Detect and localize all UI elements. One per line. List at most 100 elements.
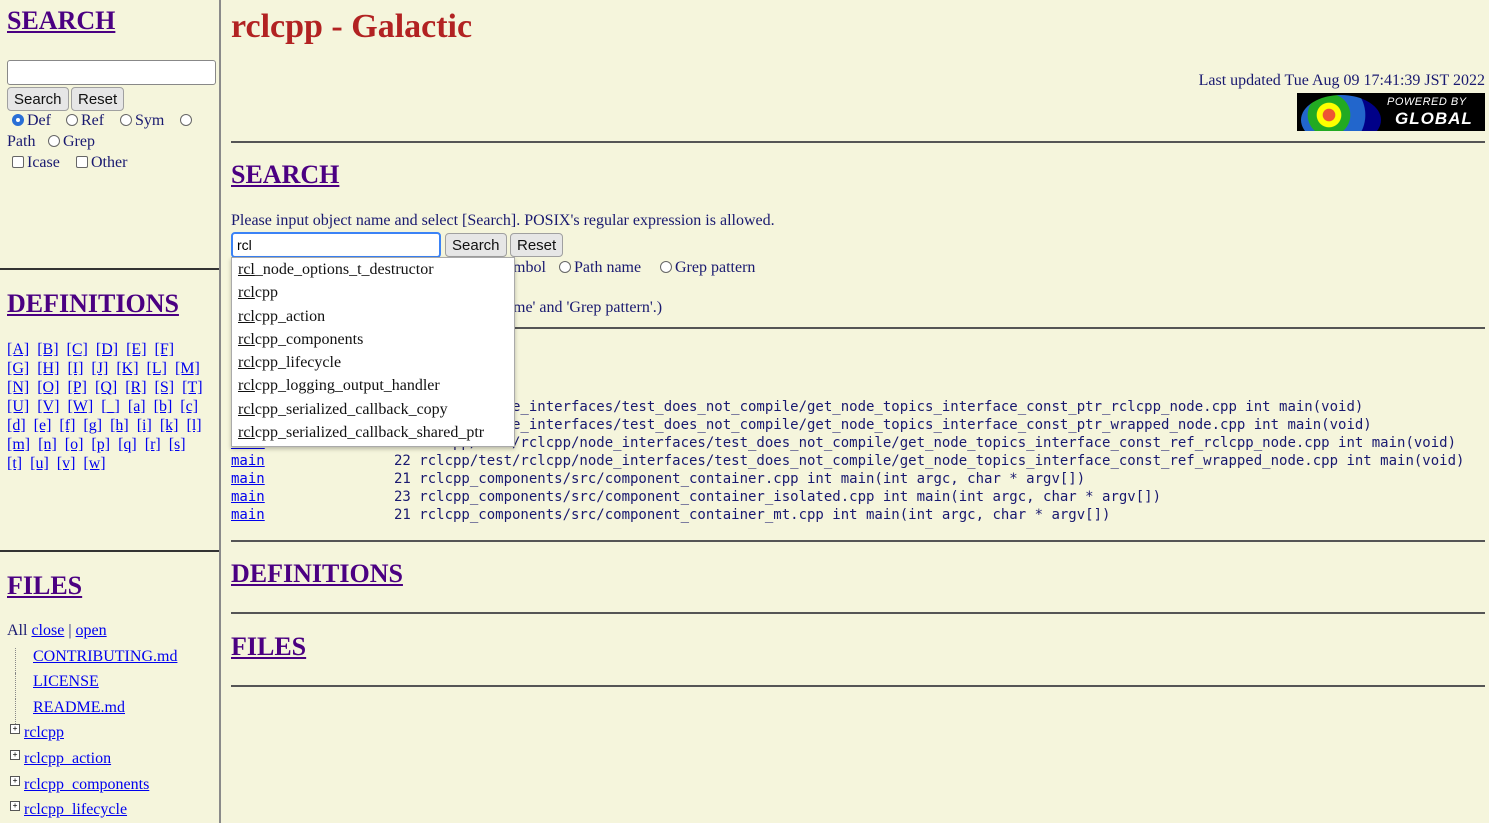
close-all-link[interactable]: close bbox=[31, 622, 64, 639]
search-title-link[interactable]: SEARCH bbox=[231, 160, 339, 189]
definitions-title-link[interactable]: DEFINITIONS bbox=[231, 559, 403, 588]
definitions-letter-link[interactable]: [l] bbox=[186, 417, 201, 434]
autocomplete-option[interactable]: rclcpp_action bbox=[232, 305, 514, 328]
definitions-letter-link[interactable]: [f] bbox=[59, 417, 75, 434]
result-symbol-link[interactable]: main bbox=[231, 452, 265, 470]
autocomplete-option[interactable]: rclcpp_logging_output_handler bbox=[232, 374, 514, 397]
definitions-letter-link[interactable]: [D] bbox=[96, 341, 118, 358]
directory-link[interactable]: rclcpp bbox=[24, 724, 64, 741]
definitions-letter-link[interactable]: [M] bbox=[175, 360, 200, 377]
global-logo[interactable]: POWERED BY GLOBAL bbox=[1297, 93, 1485, 131]
definitions-letter-link[interactable]: [J] bbox=[91, 360, 108, 377]
autocomplete-option[interactable]: rclcpp bbox=[232, 281, 514, 304]
radio-path[interactable] bbox=[180, 112, 195, 130]
left-files-title-link[interactable]: FILES bbox=[7, 571, 82, 600]
radio-ref-indicator[interactable] bbox=[66, 114, 78, 126]
definitions-letter-link[interactable]: [C] bbox=[67, 341, 88, 358]
definitions-letter-link[interactable]: [K] bbox=[116, 360, 138, 377]
definitions-letter-link[interactable]: [O] bbox=[37, 379, 59, 396]
checkbox-other[interactable]: Other bbox=[76, 154, 127, 172]
definitions-letter-link[interactable]: [w] bbox=[83, 455, 105, 472]
definitions-letter-link[interactable]: [V] bbox=[37, 398, 59, 415]
definitions-letter-link[interactable]: [h] bbox=[110, 417, 129, 434]
result-symbol-link[interactable]: main bbox=[231, 506, 265, 524]
definitions-letter-link[interactable]: [L] bbox=[147, 360, 167, 377]
definitions-letter-link[interactable]: [U] bbox=[7, 398, 29, 415]
definitions-letter-link[interactable]: [F] bbox=[155, 341, 175, 358]
main-search-button[interactable]: Search bbox=[445, 233, 507, 257]
main-reset-button[interactable]: Reset bbox=[510, 233, 564, 257]
definitions-letter-link[interactable]: [e] bbox=[34, 417, 52, 434]
definitions-letter-link[interactable]: [q] bbox=[118, 436, 137, 453]
radio-ref[interactable]: Ref bbox=[66, 112, 104, 130]
definitions-letter-link[interactable]: [r] bbox=[145, 436, 161, 453]
radio-grep-indicator[interactable] bbox=[48, 135, 60, 147]
autocomplete-option[interactable]: rclcpp_components bbox=[232, 328, 514, 351]
definitions-letter-link[interactable]: [n] bbox=[38, 436, 57, 453]
definitions-letter-link[interactable]: [b] bbox=[154, 398, 173, 415]
expand-plus-icon[interactable]: + bbox=[10, 801, 20, 812]
definitions-letter-link[interactable]: [d] bbox=[7, 417, 26, 434]
definitions-letter-link[interactable]: [k] bbox=[160, 417, 179, 434]
definitions-letter-link[interactable]: [c] bbox=[180, 398, 198, 415]
files-title-link[interactable]: FILES bbox=[231, 632, 306, 661]
definitions-letter-link[interactable]: [s] bbox=[169, 436, 186, 453]
radio-path-indicator[interactable] bbox=[180, 114, 192, 126]
left-search-input[interactable] bbox=[7, 60, 216, 85]
definitions-letter-link[interactable]: [E] bbox=[126, 341, 146, 358]
file-link[interactable]: CONTRIBUTING.md bbox=[33, 648, 177, 665]
radio-sym-indicator[interactable] bbox=[120, 114, 132, 126]
radio-sym[interactable]: Sym bbox=[120, 112, 164, 130]
autocomplete-option[interactable]: rclcpp_serialized_callback_shared_ptr bbox=[232, 421, 514, 444]
expand-plus-icon[interactable]: + bbox=[10, 749, 20, 760]
definitions-letter-link[interactable]: [p] bbox=[91, 436, 110, 453]
definitions-letter-link[interactable]: [Q] bbox=[95, 379, 117, 396]
radio-def[interactable]: Def bbox=[12, 112, 51, 130]
result-symbol-link[interactable]: main bbox=[231, 488, 265, 506]
definitions-letter-link[interactable]: [B] bbox=[37, 341, 58, 358]
directory-link[interactable]: rclcpp_lifecycle bbox=[24, 801, 127, 818]
definitions-letter-link[interactable]: [u] bbox=[30, 455, 49, 472]
definitions-letter-link[interactable]: [I] bbox=[67, 360, 83, 377]
checkbox-icase[interactable]: Icase bbox=[12, 154, 60, 172]
directory-link[interactable]: rclcpp_components bbox=[24, 776, 149, 793]
radio-def-indicator[interactable] bbox=[12, 114, 24, 126]
definitions-letter-link[interactable]: [S] bbox=[155, 379, 175, 396]
autocomplete-option[interactable]: rclcpp_serialized_callback_copy bbox=[232, 398, 514, 421]
main-search-input[interactable] bbox=[231, 232, 441, 258]
radio-path-name[interactable]: Path name bbox=[559, 259, 641, 277]
radio-grep-pattern[interactable]: Grep pattern bbox=[660, 259, 755, 277]
open-all-link[interactable]: open bbox=[76, 622, 107, 639]
left-search-button[interactable]: Search bbox=[7, 87, 69, 111]
autocomplete-option[interactable]: rclcpp_lifecycle bbox=[232, 351, 514, 374]
definitions-letter-link[interactable]: [_] bbox=[101, 398, 120, 415]
definitions-letter-link[interactable]: [W] bbox=[67, 398, 93, 415]
definitions-letter-link[interactable]: [R] bbox=[125, 379, 146, 396]
definitions-letter-link[interactable]: [a] bbox=[128, 398, 146, 415]
definitions-letter-link[interactable]: [o] bbox=[65, 436, 84, 453]
checkbox-icase-box[interactable] bbox=[12, 156, 24, 168]
file-link[interactable]: LICENSE bbox=[33, 673, 99, 690]
definitions-letter-link[interactable]: [P] bbox=[67, 379, 87, 396]
definitions-letter-link[interactable]: [N] bbox=[7, 379, 29, 396]
file-link[interactable]: README.md bbox=[33, 699, 125, 716]
result-symbol-link[interactable]: main bbox=[231, 470, 265, 488]
definitions-letter-link[interactable]: [v] bbox=[57, 455, 76, 472]
definitions-letter-link[interactable]: [m] bbox=[7, 436, 30, 453]
definitions-letter-link[interactable]: [i] bbox=[137, 417, 152, 434]
left-search-title-link[interactable]: SEARCH bbox=[7, 6, 115, 35]
definitions-letter-link[interactable]: [H] bbox=[37, 360, 59, 377]
left-definitions-title-link[interactable]: DEFINITIONS bbox=[7, 289, 179, 318]
expand-plus-icon[interactable]: + bbox=[10, 724, 20, 735]
left-reset-button[interactable]: Reset bbox=[71, 87, 125, 111]
radio-path-name-indicator[interactable] bbox=[559, 261, 571, 273]
autocomplete-option[interactable]: rcl_node_options_t_destructor bbox=[232, 258, 514, 281]
definitions-letter-link[interactable]: [G] bbox=[7, 360, 29, 377]
definitions-letter-link[interactable]: [T] bbox=[182, 379, 202, 396]
radio-grep[interactable]: Grep bbox=[48, 133, 95, 151]
checkbox-other-box[interactable] bbox=[76, 156, 88, 168]
radio-grep-pattern-indicator[interactable] bbox=[660, 261, 672, 273]
directory-link[interactable]: rclcpp_action bbox=[24, 750, 111, 767]
definitions-letter-link[interactable]: [g] bbox=[83, 417, 102, 434]
definitions-letter-link[interactable]: [t] bbox=[7, 455, 22, 472]
